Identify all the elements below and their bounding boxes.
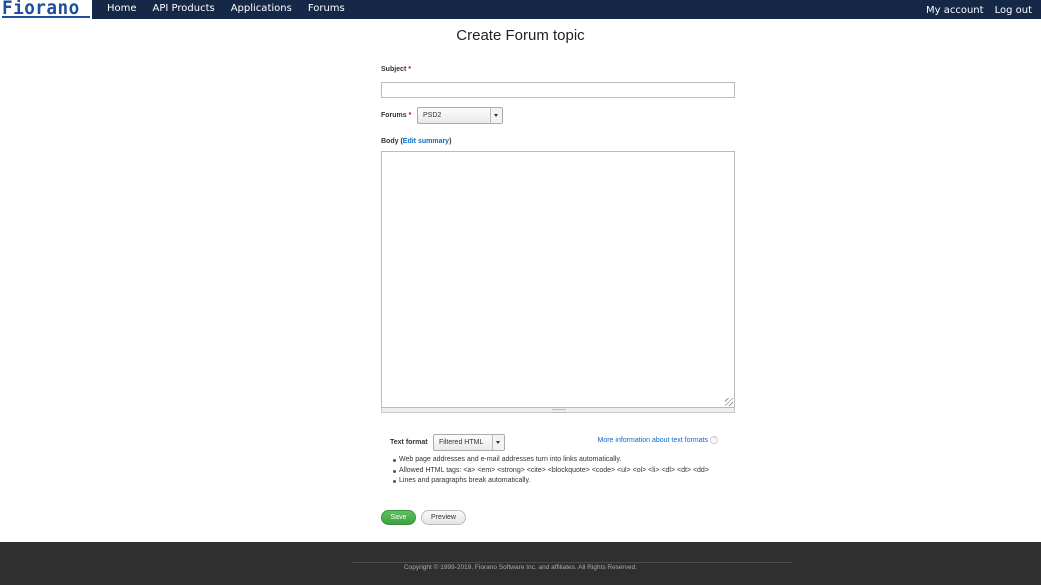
text-format-select[interactable]: Filtered HTML: [433, 434, 505, 451]
body-label-text: Body (: [381, 138, 403, 145]
account-nav: My account Log out: [926, 2, 1032, 21]
save-button[interactable]: Save: [381, 510, 416, 525]
required-mark: *: [408, 66, 411, 73]
more-info-link[interactable]: More information about text formats: [598, 437, 709, 444]
subject-label: Subject *: [381, 66, 411, 73]
footer: Copyright © 1999-2019, Fiorano Software …: [0, 542, 1041, 585]
text-format-fieldset: Text format Filtered HTML More informati…: [381, 413, 735, 499]
forums-label: Forums *: [381, 112, 411, 119]
main-nav: Home API Products Applications Forums: [107, 0, 345, 19]
my-account-link[interactable]: My account: [926, 2, 984, 21]
nav-forums[interactable]: Forums: [308, 0, 345, 19]
forums-label-text: Forums: [381, 112, 407, 119]
nav-applications[interactable]: Applications: [231, 0, 292, 19]
chevron-down-icon: [490, 108, 502, 123]
page-title: Create Forum topic: [456, 27, 585, 44]
preview-button[interactable]: Preview: [421, 510, 466, 525]
resize-handle-icon[interactable]: [725, 398, 733, 406]
footer-divider: [352, 562, 793, 563]
log-out-link[interactable]: Log out: [995, 2, 1032, 21]
filter-tip: Lines and paragraphs break automatically…: [391, 476, 709, 487]
body-label: Body (Edit summary): [381, 138, 451, 145]
body-textarea[interactable]: [381, 151, 735, 408]
filter-tip: Web page addresses and e-mail addresses …: [391, 455, 709, 466]
edit-summary-link[interactable]: Edit summary: [403, 138, 449, 145]
copyright-text: Copyright © 1999-2019, Fiorano Software …: [403, 564, 638, 571]
forums-select-value: PSD2: [423, 112, 442, 119]
nav-api-products[interactable]: API Products: [153, 0, 215, 19]
required-mark: *: [408, 112, 412, 119]
filter-tips: Web page addresses and e-mail addresses …: [391, 455, 709, 487]
top-nav-bar: Fiorano Home API Products Applications F…: [0, 0, 1041, 19]
chevron-down-icon: [492, 435, 504, 450]
logo-underline: [2, 16, 90, 18]
help-icon: ?: [710, 436, 718, 444]
filter-tip: Allowed HTML tags: <a> <em> <strong> <ci…: [391, 466, 709, 477]
text-format-select-value: Filtered HTML: [439, 439, 484, 446]
forums-select[interactable]: PSD2: [417, 107, 503, 124]
subject-input[interactable]: [381, 82, 735, 98]
body-label-close: ): [449, 138, 452, 145]
nav-home[interactable]: Home: [107, 0, 137, 19]
fiorano-logo[interactable]: Fiorano: [0, 0, 92, 19]
subject-label-text: Subject: [381, 66, 407, 73]
text-format-label: Text format: [390, 439, 428, 446]
